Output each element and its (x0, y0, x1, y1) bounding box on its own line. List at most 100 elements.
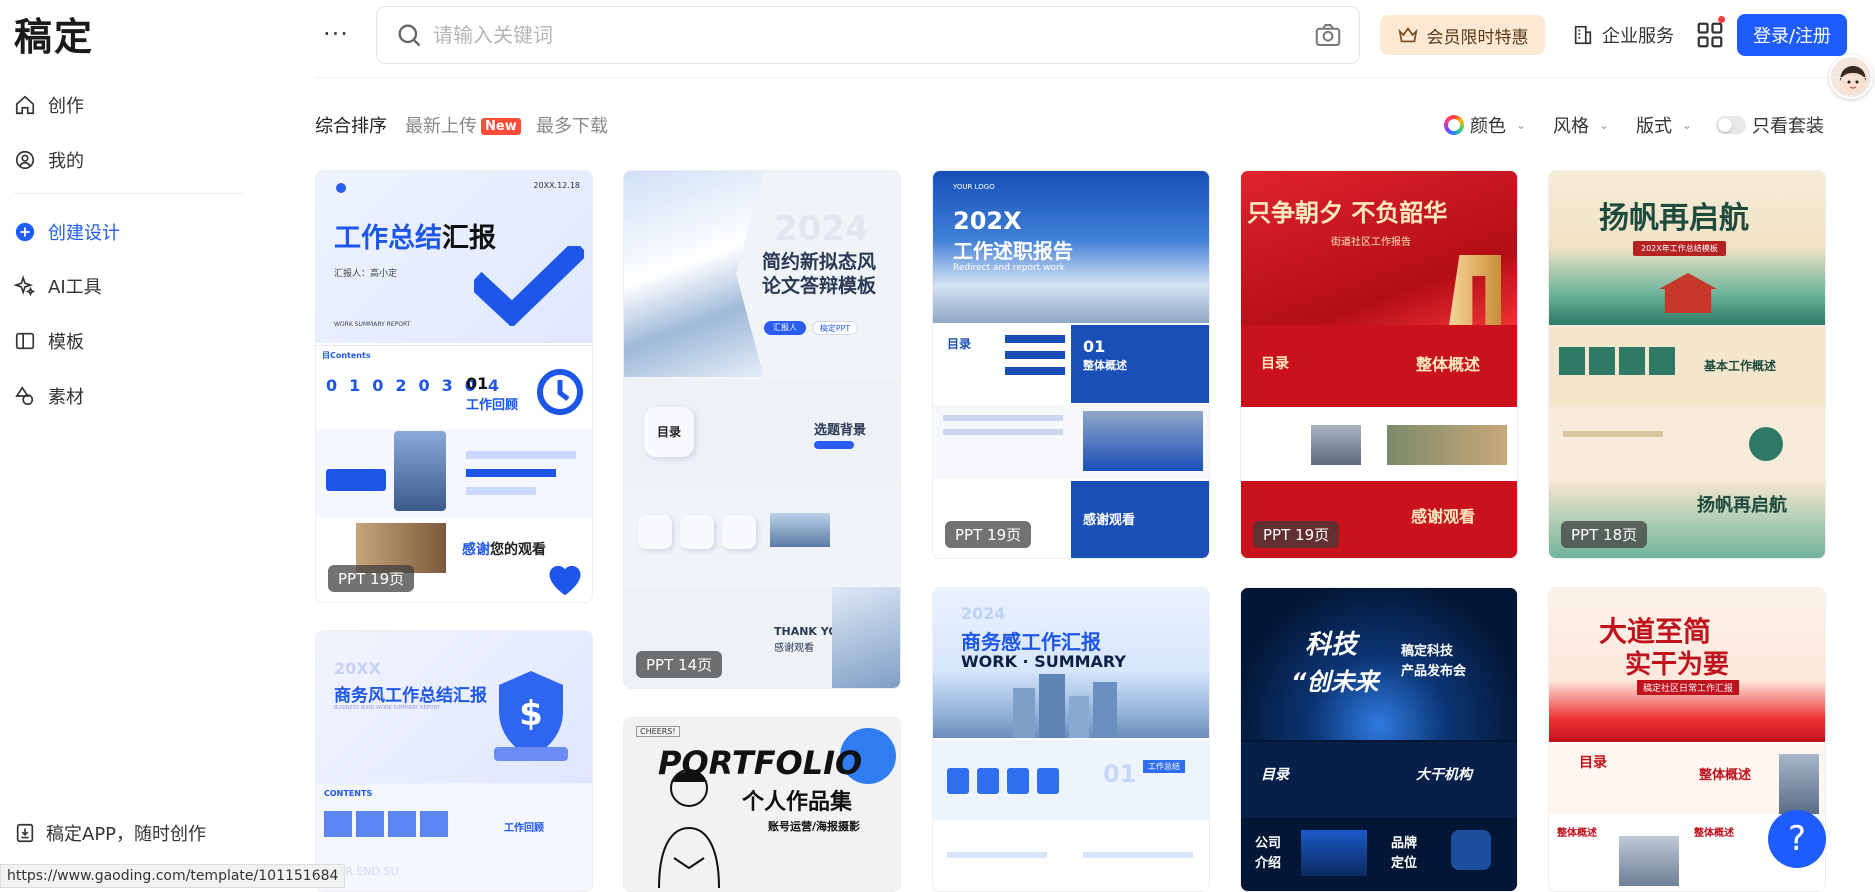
slide-pill (814, 441, 854, 449)
slide-thanks-a: 感谢 (462, 542, 490, 558)
template-card[interactable]: 扬帆再启航 202X年工作总结模板 基本工作概述 扬帆再启航 PPT 18页 (1548, 170, 1826, 559)
template-card[interactable]: 科技 “创未来 稿定科技 产品发布会 目录 大干机构 公司 介绍 品牌 定位 (1240, 587, 1518, 892)
template-card[interactable]: YOUR LOGO 202X 工作述职报告 Redirect and repor… (932, 170, 1210, 559)
slide-date: 20XX.12.18 (533, 181, 580, 190)
search-bar (376, 6, 1360, 64)
slide-section: 工作回顾 (504, 823, 544, 834)
dollar-shield-icon: $ (494, 671, 568, 761)
slide-label: 定位 (1391, 856, 1418, 871)
card-thumbnail: 2024 商务感工作汇报 WORK · SUMMARY (933, 588, 1209, 738)
slide-box (1007, 768, 1029, 794)
slide-label: 介绍 (1255, 856, 1282, 871)
app-root: 稿定 创作 我的 创建设计 AI工具 模板 素材 稿定APP，随时创作 ··· … (0, 0, 1875, 892)
sidebar-item-create-design[interactable]: 创建设计 (14, 217, 120, 247)
heart-icon (549, 565, 581, 596)
slide-box (326, 469, 386, 491)
sort-most-downloaded[interactable]: 最多下载 (536, 112, 608, 138)
camera-search-icon[interactable] (1313, 20, 1343, 50)
page-count-badge: PPT 14页 (636, 651, 723, 678)
search-icon (398, 24, 421, 47)
slide-title: 商务风工作总结汇报 (334, 686, 487, 706)
home-icon (15, 95, 35, 115)
slide-subtitle: 202X年工作总结模板 (1633, 241, 1726, 256)
slide-tag: 稿定PPT (812, 321, 858, 335)
slide-tag: CHEERS! (636, 726, 680, 737)
card-thumbnail-row: 基本工作概述 (1549, 327, 1825, 405)
card-thumbnail: 扬帆再启航 202X年工作总结模板 (1549, 171, 1825, 325)
sort-comprehensive[interactable]: 综合排序 (315, 112, 387, 138)
slide-title: 扬帆再启航 (1599, 201, 1749, 236)
slide-year: 2024 (774, 209, 869, 249)
card-thumbnail-row: 目录 大干机构 (1241, 742, 1517, 818)
template-card[interactable]: 2024 商务感工作汇报 WORK · SUMMARY 01 工作总结 (932, 587, 1210, 892)
slide-box (1037, 768, 1059, 794)
slide-thanks: 感谢您的观看 (462, 539, 546, 559)
only-sets-toggle[interactable] (1716, 116, 1746, 134)
sidebar-item-label: 素材 (48, 387, 84, 408)
card-thumbnail: 2024 简约新拟态风 论文答辩模板 汇报人 稿定PPT (624, 171, 900, 377)
slide-subtitle: 账号运营/海报摄影 (768, 820, 861, 833)
slide-contents: 目Contents (322, 351, 371, 360)
template-card[interactable]: 20XX 商务风工作总结汇报 BUSINESS WIND WORK SUMMAR… (315, 630, 593, 892)
sort-newest[interactable]: 最新上传 New (405, 112, 521, 138)
sidebar-item-templates[interactable]: 模板 (14, 326, 84, 356)
template-card[interactable]: 只争朝夕 不负韶华 街道社区工作报告 目录 整体概述 感谢观看 PPT 19页 (1240, 170, 1518, 559)
slide-gate (1449, 255, 1501, 325)
logo-dot (336, 183, 346, 193)
slide-bar (943, 415, 1063, 421)
person-illustration-icon (658, 769, 720, 888)
filter-color-label: 颜色 (1470, 116, 1506, 137)
slide-title: 科技 (1305, 630, 1358, 660)
template-card[interactable]: 2024 简约新拟态风 论文答辩模板 汇报人 稿定PPT 目录 选题背景 THA… (623, 170, 901, 689)
app-download-link[interactable]: 稿定APP，随时创作 (14, 820, 206, 846)
slide-subtitle: 街道社区工作报告 (1331, 237, 1411, 248)
login-register-button[interactable]: 登录/注册 (1737, 14, 1847, 56)
slide-num: 01 (1103, 760, 1137, 788)
filter-style[interactable]: 风格 ⌄ (1553, 112, 1609, 138)
sidebar-item-materials[interactable]: 素材 (14, 381, 84, 411)
filter-layout[interactable]: 版式 ⌄ (1636, 112, 1692, 138)
sidebar-item-create[interactable]: 创作 (14, 90, 84, 120)
enterprise-service-button[interactable]: 企业服务 (1572, 15, 1674, 55)
template-card[interactable]: 20XX.12.18 工作总结汇报 汇报人：高小定 WORK SUMMARY R… (315, 170, 593, 603)
slide-contents: CONTENTS (324, 789, 373, 798)
slide-mountain (624, 171, 764, 377)
filter-color[interactable]: 颜色 ⌄ (1444, 112, 1526, 138)
template-card[interactable]: CHEERS! PORTFOLIO 个人作品集 账号运营/海报摄影 (623, 717, 901, 892)
filter-style-label: 风格 (1553, 116, 1589, 137)
slide-bar (466, 487, 536, 495)
slide-title-main: 工作总结 (334, 223, 442, 254)
sidebar-item-mine[interactable]: 我的 (14, 145, 84, 175)
slide-bar (1005, 367, 1065, 375)
sidebar-item-label: 我的 (48, 151, 84, 172)
app-logo[interactable]: 稿定 (14, 6, 94, 61)
slide-title-2: 个人作品集 (742, 790, 853, 815)
slide-box (356, 811, 384, 837)
card-thumbnail: 大道至简 实干为要 稿定社区日常工作汇报 (1549, 588, 1825, 742)
slide-bar (1083, 852, 1193, 858)
search-input[interactable] (433, 7, 1313, 63)
crown-icon (1397, 27, 1418, 43)
filter-only-sets[interactable]: 只看套装 (1716, 112, 1824, 138)
slide-box (638, 515, 672, 549)
slide-label: 整体概述 (1694, 828, 1734, 839)
slide-section: 整体概述 (1416, 355, 1481, 374)
slide-box (324, 811, 352, 837)
slide-title-2: WORK · SUMMARY (961, 652, 1126, 671)
help-button[interactable]: ? (1768, 810, 1826, 868)
slide-label: 品牌 (1391, 836, 1418, 851)
slide-title: 工作总结汇报 (334, 216, 496, 255)
vip-offer-button[interactable]: 会员限时特惠 (1380, 15, 1545, 55)
apps-grid-button[interactable] (1695, 16, 1725, 50)
card-thumbnail-row (624, 485, 900, 585)
slide-menu: 目录 (644, 407, 694, 457)
slide-title: 202X (953, 207, 1022, 235)
slide-year: 2024 (961, 604, 1006, 623)
plus-circle-icon (15, 222, 35, 242)
sidebar-item-ai-tools[interactable]: AI工具 (14, 271, 102, 301)
more-menu-button[interactable]: ··· (323, 20, 349, 48)
slide-mountain (832, 587, 900, 688)
slide-subtitle: 汇报人：高小定 (334, 269, 398, 279)
slide-box (1559, 347, 1585, 375)
slide-bar (1005, 351, 1065, 359)
